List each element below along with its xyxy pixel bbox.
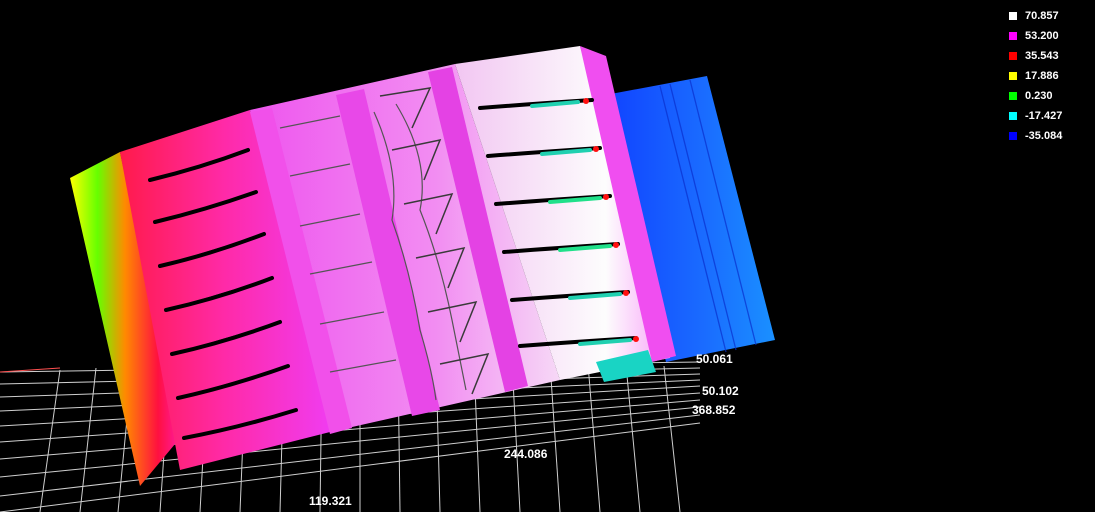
legend-label: 0.230 xyxy=(1025,90,1053,102)
legend-label: 35.543 xyxy=(1025,50,1059,62)
legend-row: 70.857 xyxy=(1009,6,1081,26)
point-cloud-scene[interactable] xyxy=(0,0,1095,512)
axis-label-x2: 244.086 xyxy=(504,447,548,461)
legend-row: 0.230 xyxy=(1009,86,1081,106)
legend-swatch xyxy=(1009,72,1017,80)
legend-label: 70.857 xyxy=(1025,10,1059,22)
axis-label-z1: 50.061 xyxy=(696,352,733,366)
axis-label-x1: 119.321 xyxy=(309,494,352,508)
legend-row: 35.543 xyxy=(1009,46,1081,66)
legend-row: -35.084 xyxy=(1009,126,1081,146)
axis-label-y1: 50.102 xyxy=(702,384,739,398)
legend-row: 17.886 xyxy=(1009,66,1081,86)
legend-swatch xyxy=(1009,92,1017,100)
3d-viewport[interactable]: 119.321 244.086 368.852 50.102 50.061 70… xyxy=(0,0,1095,512)
legend-label: -17.427 xyxy=(1025,110,1063,122)
legend-swatch xyxy=(1009,112,1017,120)
legend-row: 53.200 xyxy=(1009,26,1081,46)
legend-label: 17.886 xyxy=(1025,70,1059,82)
legend-label: -35.084 xyxy=(1025,130,1063,142)
legend-swatch xyxy=(1009,52,1017,60)
color-scale-legend: 70.857 53.200 35.543 17.886 0.230 -17.42… xyxy=(1009,6,1081,146)
axis-label-x3: 368.852 xyxy=(692,403,736,417)
legend-swatch xyxy=(1009,132,1017,140)
legend-swatch xyxy=(1009,32,1017,40)
tire-body xyxy=(70,46,676,486)
legend-label: 53.200 xyxy=(1025,30,1059,42)
legend-row: -17.427 xyxy=(1009,106,1081,126)
legend-swatch xyxy=(1009,12,1017,20)
